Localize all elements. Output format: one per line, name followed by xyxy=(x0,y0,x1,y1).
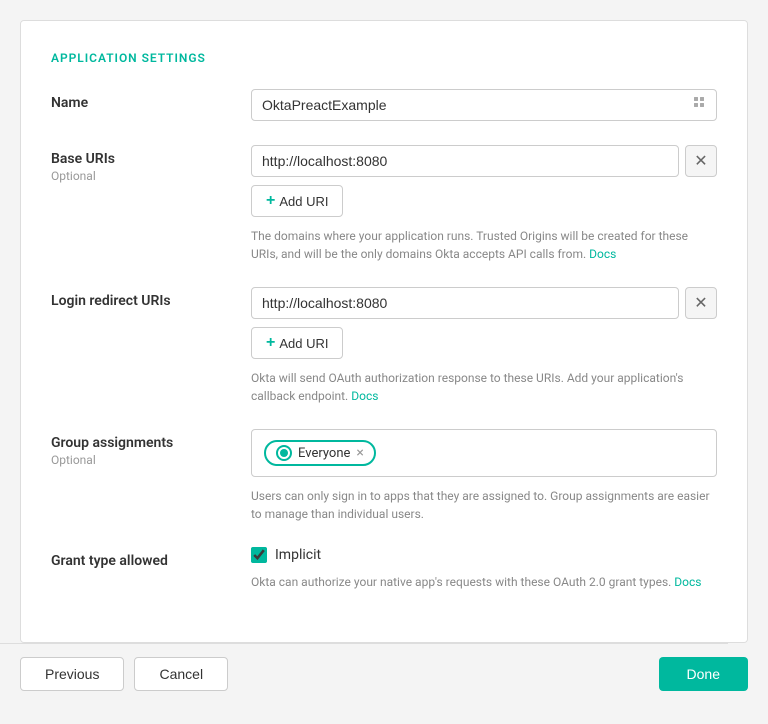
base-uris-add-button[interactable]: + Add URI xyxy=(251,185,343,217)
name-input[interactable] xyxy=(251,89,717,121)
name-field-row: Name xyxy=(51,89,717,121)
close-icon: ✕ xyxy=(694,151,707,171)
close-icon: ✕ xyxy=(694,293,707,313)
login-redirect-uris-helper: Okta will send OAuth authorization respo… xyxy=(251,369,717,405)
grid-icon xyxy=(693,96,707,114)
base-uris-field-row: Base URIs Optional ✕ + Add URI The domai… xyxy=(51,145,717,263)
implicit-checkbox[interactable] xyxy=(251,547,267,563)
group-tag-radio xyxy=(276,445,292,461)
base-uris-input[interactable] xyxy=(251,145,679,177)
previous-button[interactable]: Previous xyxy=(20,657,124,691)
group-assignments-field-row: Group assignments Optional Everyone × Us… xyxy=(51,429,717,523)
group-tag-radio-inner xyxy=(280,449,288,457)
login-redirect-uris-docs-link[interactable]: Docs xyxy=(351,389,378,403)
login-redirect-uris-add-label: Add URI xyxy=(279,336,328,351)
login-redirect-uris-label: Login redirect URIs xyxy=(51,293,251,309)
login-redirect-uris-add-button[interactable]: + Add URI xyxy=(251,327,343,359)
grant-type-helper: Okta can authorize your native app's req… xyxy=(251,573,717,591)
done-button[interactable]: Done xyxy=(659,657,748,691)
footer-left: Previous Cancel xyxy=(20,657,228,691)
base-uris-helper: The domains where your application runs.… xyxy=(251,227,717,263)
section-title: APPLICATION SETTINGS xyxy=(51,51,717,65)
base-uris-docs-link[interactable]: Docs xyxy=(589,247,616,261)
group-assignment-box[interactable]: Everyone × xyxy=(251,429,717,477)
group-assignments-sub-label: Optional xyxy=(51,453,251,467)
implicit-checkbox-label: Implicit xyxy=(275,547,321,563)
base-uris-sub-label: Optional xyxy=(51,169,251,183)
implicit-checkbox-row: Implicit xyxy=(251,547,717,563)
login-redirect-uris-field-row: Login redirect URIs ✕ + Add URI Okta wil… xyxy=(51,287,717,405)
name-input-wrapper xyxy=(251,89,717,121)
group-tag-everyone: Everyone × xyxy=(264,440,376,466)
group-tag-remove-button[interactable]: × xyxy=(356,446,363,460)
base-uris-add-label: Add URI xyxy=(279,194,328,209)
plus-icon: + xyxy=(266,334,275,352)
grant-type-field-row: Grant type allowed Implicit Okta can aut… xyxy=(51,547,717,591)
group-assignments-label: Group assignments xyxy=(51,435,251,451)
group-assignments-helper: Users can only sign in to apps that they… xyxy=(251,487,717,523)
plus-icon: + xyxy=(266,192,275,210)
base-uris-input-row: ✕ xyxy=(251,145,717,177)
group-tag-label: Everyone xyxy=(298,446,350,461)
cancel-button[interactable]: Cancel xyxy=(134,657,228,691)
footer: Previous Cancel Done xyxy=(20,644,748,704)
login-redirect-uris-input-row: ✕ xyxy=(251,287,717,319)
login-redirect-uris-clear-button[interactable]: ✕ xyxy=(685,287,717,319)
grant-type-label: Grant type allowed xyxy=(51,553,251,569)
grant-type-docs-link[interactable]: Docs xyxy=(674,575,701,589)
name-label: Name xyxy=(51,95,251,111)
base-uris-clear-button[interactable]: ✕ xyxy=(685,145,717,177)
login-redirect-uris-input[interactable] xyxy=(251,287,679,319)
base-uris-label: Base URIs xyxy=(51,151,251,167)
